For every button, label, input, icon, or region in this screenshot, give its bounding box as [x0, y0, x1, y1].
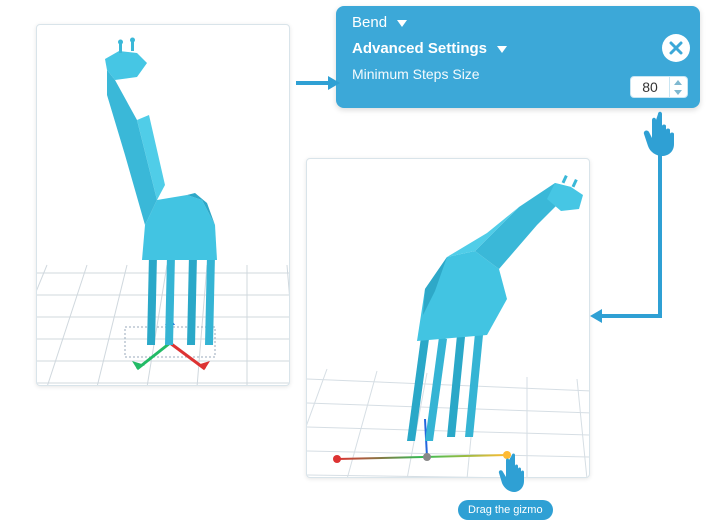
- pointer-hand-icon: [636, 108, 688, 160]
- tutorial-figure: Bend Advanced Settings Minimum Steps Siz…: [0, 0, 708, 528]
- panel-title-text: Bend: [352, 14, 387, 31]
- step-down-button[interactable]: [670, 87, 685, 97]
- gizmo-tooltip: Drag the gizmo: [458, 500, 553, 520]
- chevron-down-icon: [497, 41, 507, 58]
- step-up-button[interactable]: [670, 77, 685, 87]
- min-steps-input-wrap: [630, 76, 688, 98]
- bend-settings-panel: Bend Advanced Settings Minimum Steps Siz…: [336, 6, 700, 108]
- panel-section-text: Advanced Settings: [352, 40, 487, 57]
- transform-gizmo[interactable]: [333, 419, 511, 463]
- min-steps-label: Minimum Steps Size: [352, 66, 480, 82]
- chevron-down-icon: [397, 15, 407, 32]
- grid-floor: [37, 265, 290, 386]
- viewport-after-svg: [307, 159, 590, 478]
- stepper: [669, 77, 685, 97]
- viewport-before-svg: [37, 25, 290, 386]
- viewport-after: [306, 158, 590, 478]
- min-steps-input[interactable]: [631, 79, 669, 95]
- panel-section[interactable]: Advanced Settings: [352, 40, 507, 58]
- viewport-before: [36, 24, 290, 386]
- close-button[interactable]: [662, 34, 690, 62]
- panel-title[interactable]: Bend: [352, 14, 407, 32]
- pointer-hand-icon: [492, 450, 538, 496]
- model-giraffe-bent: [407, 175, 583, 441]
- close-icon: [669, 41, 683, 55]
- arrow-to-panel: [296, 74, 340, 92]
